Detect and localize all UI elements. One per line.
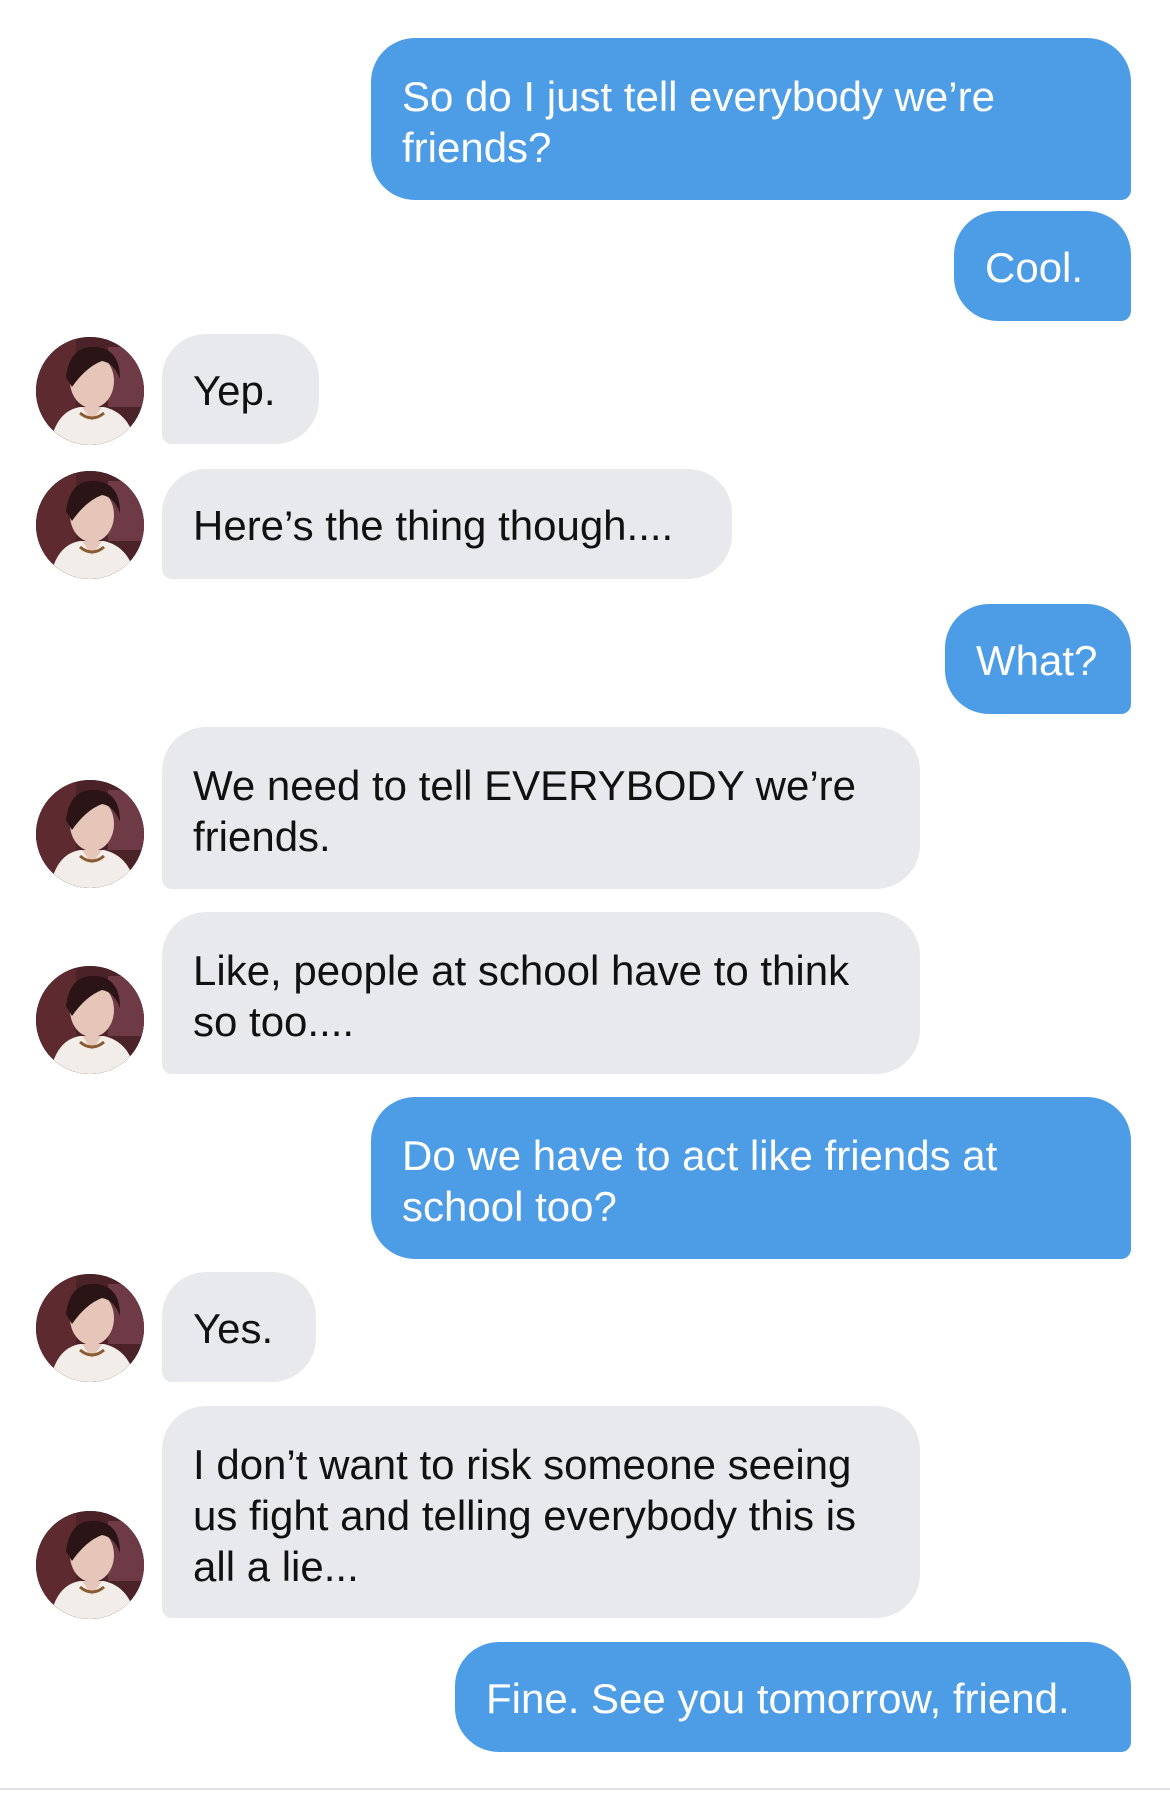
message-text: Yes.	[193, 1305, 274, 1352]
bottom-divider	[0, 1788, 1170, 1790]
message-text: Yep.	[193, 367, 276, 414]
outgoing-message-bubble[interactable]: Fine. See you tomorrow, friend.	[455, 1642, 1131, 1752]
incoming-message-bubble[interactable]: Like, people at school have to think so …	[162, 912, 920, 1074]
message-text: Here’s the thing though....	[193, 502, 674, 549]
outgoing-message-bubble[interactable]: Do we have to act like friends at school…	[371, 1097, 1131, 1259]
avatar-photo-icon	[36, 337, 144, 445]
contact-avatar[interactable]	[36, 337, 144, 445]
outgoing-message-bubble[interactable]: Cool.	[954, 211, 1131, 321]
incoming-message-bubble[interactable]: We need to tell EVERYBODY we’re friends.	[162, 727, 920, 889]
message-text: Cool.	[985, 244, 1084, 291]
contact-avatar[interactable]	[36, 780, 144, 888]
incoming-message-bubble[interactable]: Here’s the thing though....	[162, 469, 732, 579]
avatar-photo-icon	[36, 966, 144, 1074]
chat-transcript: So do I just tell everybody we’re friend…	[0, 0, 1170, 1796]
message-text: Do we have to act like friends at school…	[402, 1132, 998, 1230]
incoming-message-bubble[interactable]: Yep.	[162, 334, 319, 444]
message-text: Like, people at school have to think so …	[193, 947, 850, 1045]
contact-avatar[interactable]	[36, 966, 144, 1074]
message-text: What?	[976, 637, 1098, 684]
outgoing-message-bubble[interactable]: What?	[945, 604, 1131, 714]
contact-avatar[interactable]	[36, 1274, 144, 1382]
contact-avatar[interactable]	[36, 471, 144, 579]
outgoing-message-bubble[interactable]: So do I just tell everybody we’re friend…	[371, 38, 1131, 200]
avatar-photo-icon	[36, 780, 144, 888]
message-text: We need to tell EVERYBODY we’re friends.	[193, 762, 856, 860]
avatar-photo-icon	[36, 1274, 144, 1382]
contact-avatar[interactable]	[36, 1511, 144, 1619]
avatar-photo-icon	[36, 471, 144, 579]
avatar-photo-icon	[36, 1511, 144, 1619]
incoming-message-bubble[interactable]: I don’t want to risk someone seeing us f…	[162, 1406, 920, 1618]
message-text: Fine. See you tomorrow, friend.	[486, 1675, 1070, 1722]
message-text: I don’t want to risk someone seeing us f…	[193, 1441, 857, 1590]
message-text: So do I just tell everybody we’re friend…	[402, 73, 995, 171]
incoming-message-bubble[interactable]: Yes.	[162, 1272, 316, 1382]
